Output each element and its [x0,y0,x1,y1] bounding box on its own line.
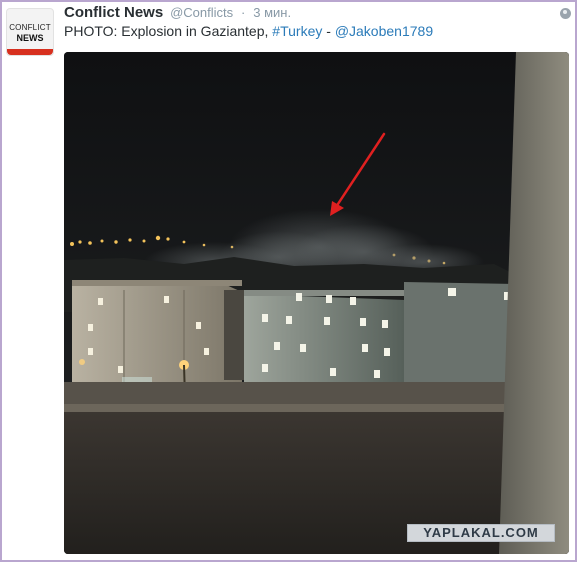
tweet-time[interactable]: 3 мин. [253,5,291,20]
author-handle[interactable]: @Conflicts [170,5,233,20]
building-middle [224,290,244,380]
avatar-accent-bar [7,49,53,55]
mention-link[interactable]: @Jakoben1789 [335,23,433,39]
avatar-text-news: NEWS [16,33,44,43]
hashtag-link[interactable]: #Turkey [272,23,322,39]
tweet-text-dash: - [326,23,331,39]
building-left [72,280,242,382]
tweet-text: PHOTO: Explosion in Gaziantep, #Turkey -… [64,23,564,39]
tweet-text-body: PHOTO: Explosion in Gaziantep, [64,23,269,39]
avatar-text-conflict: CONFLICT [9,23,51,32]
globe-icon [560,8,571,19]
meta-separator: · [241,5,246,20]
tweet-photo[interactable] [64,52,569,554]
author-name[interactable]: Conflict News [64,4,163,21]
watermark: YAPLAKAL.COM [407,524,555,542]
tweet-header: Conflict News @Conflicts · 3 мин. [64,4,544,24]
avatar[interactable]: CONFLICT NEWS [6,8,54,56]
